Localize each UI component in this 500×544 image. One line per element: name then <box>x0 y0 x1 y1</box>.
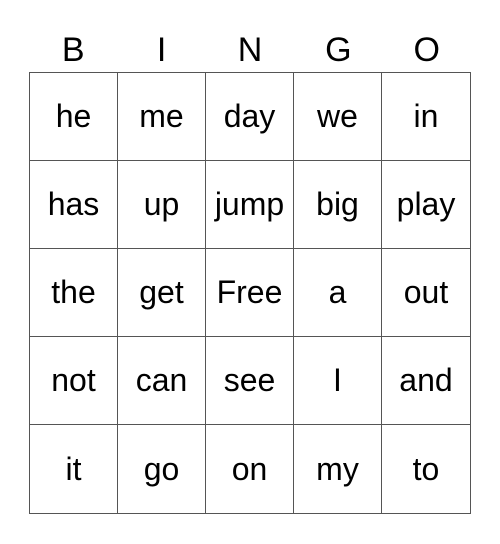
header-letter-n: N <box>237 31 263 69</box>
bingo-cell: play <box>382 161 470 249</box>
bingo-cell: me <box>118 73 206 161</box>
bingo-cell: day <box>206 73 294 161</box>
bingo-cell: and <box>382 337 470 425</box>
bingo-cell: to <box>412 450 440 487</box>
bingo-cell: see <box>206 337 294 425</box>
header-letter-i: I <box>156 31 167 69</box>
bingo-cell: in <box>382 73 470 161</box>
bingo-cell: the <box>30 249 118 337</box>
bingo-cell: not <box>30 337 118 425</box>
bingo-cell: on <box>206 425 294 513</box>
bingo-cell: I <box>294 337 382 425</box>
bingo-cell: he <box>30 73 118 161</box>
bingo-cell: my <box>294 425 382 513</box>
bingo-cell: a <box>294 249 382 337</box>
bingo-cell: go <box>118 425 206 513</box>
bingo-cell: out <box>382 249 470 337</box>
bingo-cell: jump <box>206 161 294 249</box>
header-letter-g: G <box>325 31 352 69</box>
free-space-cell: Free <box>206 249 294 337</box>
bingo-grid: he me day we in has up jump big play the get Free a ou… <box>29 72 471 514</box>
bingo-header: B I N G O <box>29 30 471 70</box>
bingo-cell: big <box>294 161 382 249</box>
bingo-cell: has <box>30 161 118 249</box>
bingo-cell: it <box>30 425 118 513</box>
bingo-cell: up <box>118 161 206 249</box>
header-letter-o: O <box>413 31 440 69</box>
bingo-cell: we <box>294 73 382 161</box>
bingo-cell: get <box>118 249 206 337</box>
bingo-cell: can <box>118 337 206 425</box>
header-letter-b: B <box>61 31 85 69</box>
